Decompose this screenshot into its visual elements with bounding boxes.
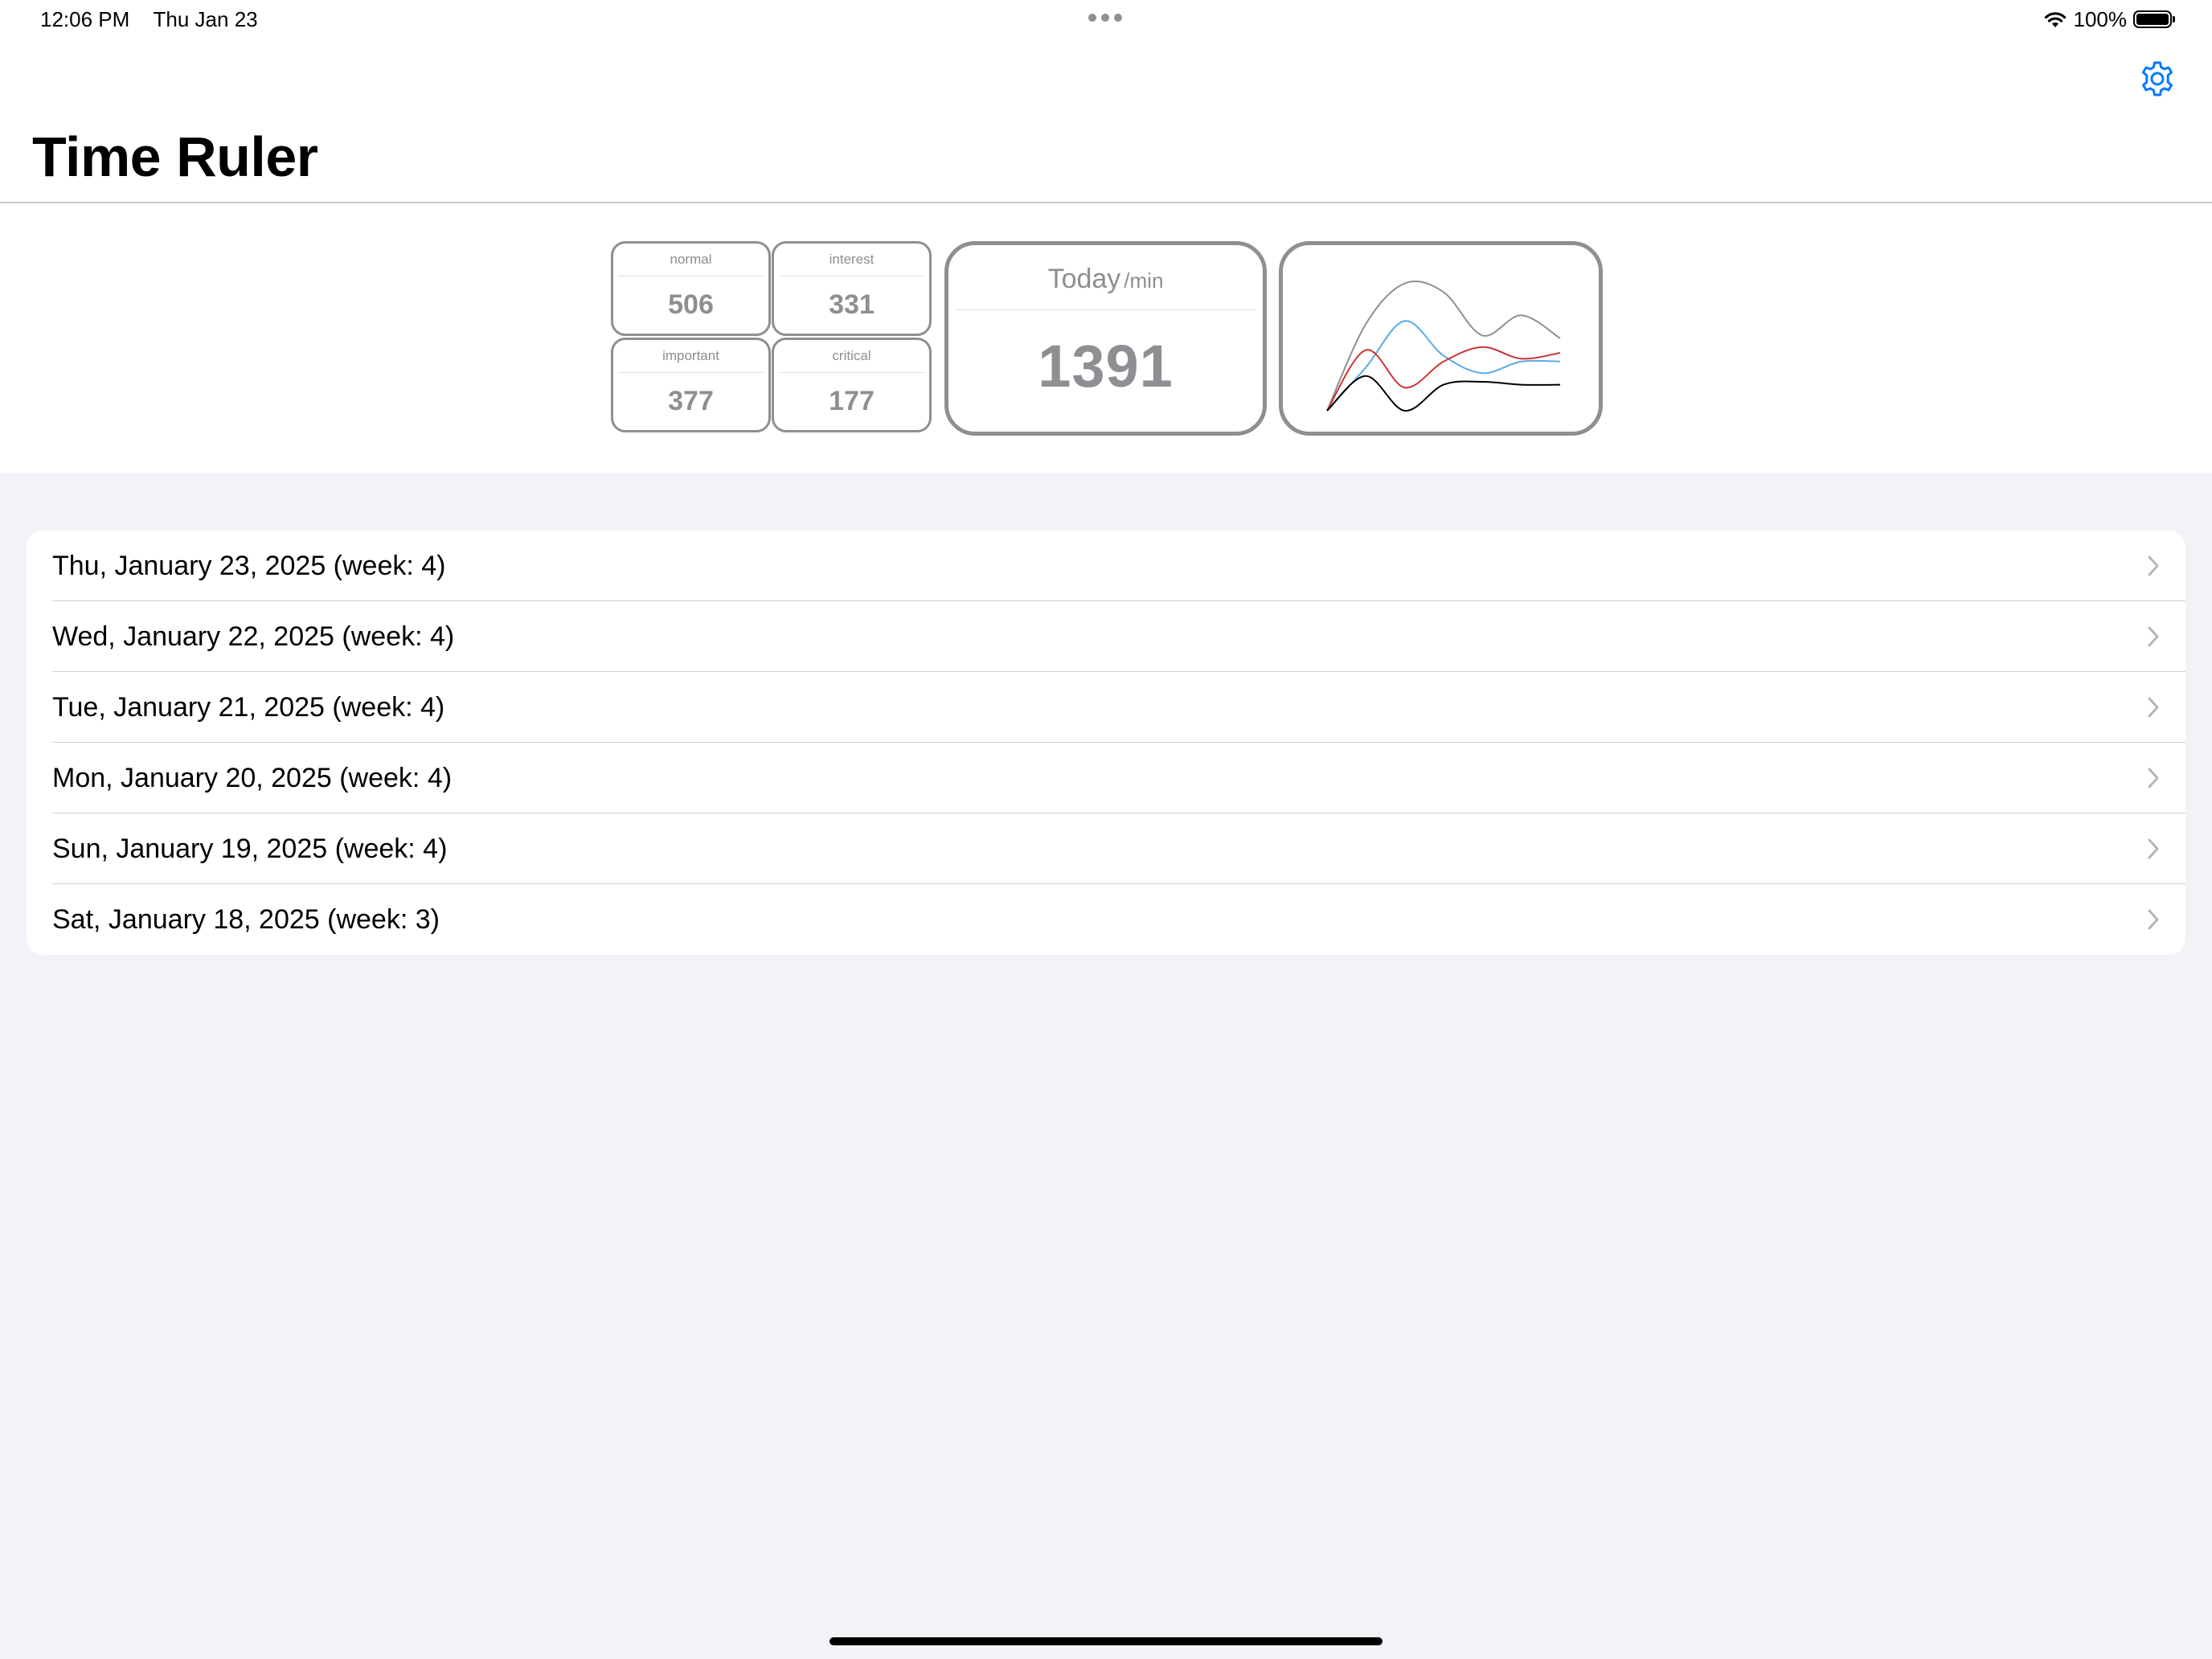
- stat-value-critical: 177: [829, 386, 875, 416]
- day-row[interactable]: Thu, January 23, 2025 (week: 4): [27, 530, 2185, 601]
- stat-label-critical: critical: [779, 340, 924, 373]
- chevron-right-icon: [2148, 768, 2159, 789]
- chevron-right-icon: [2148, 838, 2159, 859]
- trend-chart-card: [1279, 241, 1603, 436]
- today-header: Today/min: [955, 245, 1256, 310]
- multitasking-dots[interactable]: [1088, 14, 1122, 22]
- page-title: Time Ruler: [32, 125, 318, 188]
- stat-label-interest: interest: [779, 244, 924, 276]
- today-total-card: Today/min 1391: [944, 241, 1267, 436]
- chart-series-line: [1326, 375, 1561, 412]
- battery-icon: [2133, 10, 2175, 28]
- stat-label-important: important: [618, 340, 764, 373]
- trend-chart: [1326, 280, 1561, 412]
- day-row[interactable]: Mon, January 20, 2025 (week: 4): [27, 743, 2185, 813]
- day-row[interactable]: Tue, January 21, 2025 (week: 4): [27, 672, 2185, 743]
- day-list: Thu, January 23, 2025 (week: 4) Wed, Janu…: [27, 530, 2185, 955]
- status-bar-left: 12:06 PM Thu Jan 23: [40, 6, 258, 32]
- today-unit: /min: [1124, 268, 1164, 293]
- day-row[interactable]: Sat, January 18, 2025 (week: 3): [27, 884, 2185, 955]
- chart-series-line: [1326, 280, 1561, 412]
- status-time: 12:06 PM: [40, 7, 130, 31]
- settings-button[interactable]: [2138, 59, 2177, 98]
- stat-value-normal: 506: [668, 289, 714, 320]
- day-row-label: Tue, January 21, 2025 (week: 4): [52, 691, 445, 723]
- chart-series-line: [1326, 320, 1561, 412]
- wifi-icon: [2044, 12, 2066, 27]
- stat-value-interest: 331: [829, 289, 875, 320]
- day-row-label: Sun, January 19, 2025 (week: 4): [52, 833, 448, 864]
- stat-card-interest: interest 331: [772, 241, 932, 336]
- day-row-label: Sat, January 18, 2025 (week: 3): [52, 903, 440, 935]
- chevron-right-icon: [2148, 626, 2159, 647]
- day-row[interactable]: Sun, January 19, 2025 (week: 4): [27, 813, 2185, 884]
- status-date: Thu Jan 23: [153, 7, 258, 31]
- stat-card-normal: normal 506: [611, 241, 771, 336]
- day-row-label: Mon, January 20, 2025 (week: 4): [52, 762, 453, 793]
- day-row-label: Wed, January 22, 2025 (week: 4): [52, 621, 455, 652]
- chevron-right-icon: [2148, 555, 2159, 576]
- day-row-label: Thu, January 23, 2025 (week: 4): [52, 550, 446, 581]
- stat-card-critical: critical 177: [772, 338, 932, 432]
- chevron-right-icon: [2148, 697, 2159, 718]
- today-total-value: 1391: [1038, 333, 1174, 399]
- stat-card-important: important 377: [611, 338, 771, 432]
- nav-divider: [0, 202, 2212, 203]
- chevron-right-icon: [2148, 909, 2159, 930]
- home-indicator[interactable]: [830, 1637, 1382, 1645]
- status-bar-right: 100%: [2043, 5, 2175, 34]
- stat-value-important: 377: [668, 386, 714, 416]
- day-row[interactable]: Wed, January 22, 2025 (week: 4): [27, 601, 2185, 672]
- stat-label-normal: normal: [618, 244, 764, 276]
- today-label: Today: [1047, 264, 1121, 294]
- gear-icon: [2142, 61, 2173, 96]
- battery-percent: 100%: [2073, 6, 2128, 31]
